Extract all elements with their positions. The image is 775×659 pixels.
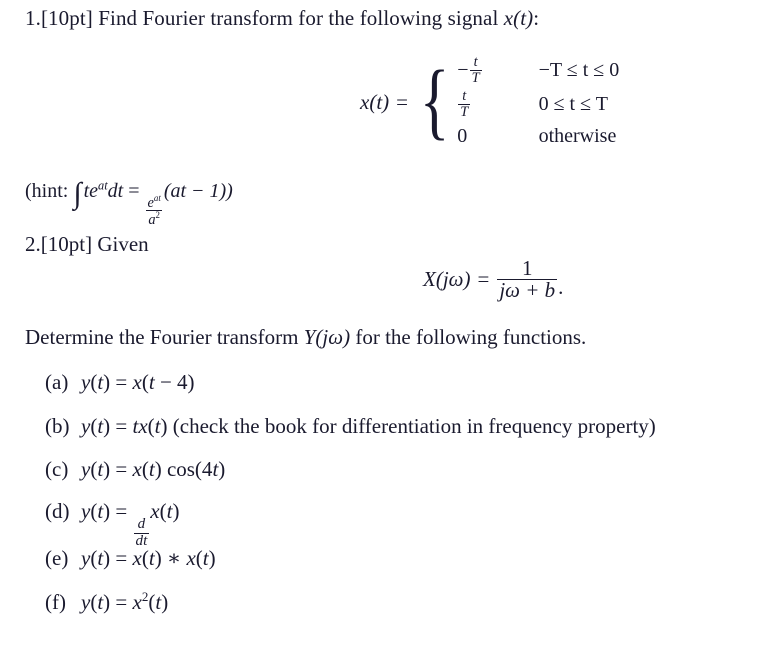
case-1-value: − t T [457,55,482,85]
case-3-condition: otherwise [538,125,617,148]
problem-2-text: Given [97,232,149,256]
piecewise-lhs: x(t) [360,89,390,114]
case-1-denominator: T [469,69,482,86]
integral-icon: ∫ [73,177,82,210]
xjw-denominator: jω + b [497,278,558,303]
xjw-lhs: X(jω) [423,267,471,292]
hint-result-denominator: a2 [146,210,162,229]
subitem-f-label: (f) [45,590,66,614]
hint-integrand: te [83,180,98,202]
problem-1-text-before: Find Fourier transform for the following… [98,6,504,30]
xjw-fraction: 1 jω + b [497,256,558,303]
subitem-e-expression: y(t) = x(t) ∗ x(t) [81,546,216,570]
case-2-denominator: T [458,104,471,121]
hint-integrand-exponent: at [98,178,108,193]
problem-2-points: [10pt] [40,232,93,256]
instruction-text-after: for the following functions. [350,325,587,349]
problem-1-points: [10pt] [40,6,93,30]
instruction-symbol: Y(jω) [303,325,351,349]
subitem-b-note: (check the book for differentiation in f… [172,414,656,438]
problem-2-prompt: 2.[10pt] Given [25,232,149,257]
case-2-condition: 0 ≤ t ≤ T [538,93,608,116]
subitem-d-label: (d) [45,499,70,523]
subitem-c-expression: y(t) = x(t) cos(4t) [81,457,226,481]
xjw-numerator: 1 [522,256,533,280]
piecewise-equals: = [396,89,408,114]
problem-1-hint: (hint: ∫ teatdt = eat a2 (at − 1)) [25,177,233,228]
subitem-b-expression: y(t) = tx(t) [81,414,168,438]
subitem-c: (c) y(t) = x(t) cos(4t) [45,457,225,482]
problem-2-number: 2. [25,232,41,256]
problem-1-prompt: 1.[10pt] Find Fourier transform for the … [25,6,539,31]
subitem-d-expression: y(t) = d dt x(t) [81,499,180,549]
piecewise-equation: x(t) = { − t T −T ≤ t ≤ 0 tT 0 ≤ t ≤ T 0 o… [360,55,619,150]
case-1-condition: −T ≤ t ≤ 0 [538,58,620,81]
subitem-f-expression: y(t) = x2(t) [81,589,169,614]
case-1-sign: − [457,58,469,81]
case-2-numerator: t [462,88,467,105]
problem-1-signal-symbol: x(t) [503,6,534,30]
piecewise-cases: − t T −T ≤ t ≤ 0 tT 0 ≤ t ≤ T 0 otherwise [453,55,619,150]
hint-result-numerator: eat [147,192,161,211]
problem-2-instruction: Determine the Fourier transform Y(jω) fo… [25,325,586,350]
xjw-equals: = [477,267,490,292]
subitem-d: (d) y(t) = d dt x(t) [45,499,179,549]
left-brace-icon: { [419,51,450,148]
subitem-a-expression: y(t) = x(t − 4) [81,370,195,394]
case-1-numerator: t [473,54,478,70]
case-2-value: tT [457,89,482,119]
subitem-a-label: (a) [45,370,69,394]
subitem-e-label: (e) [45,546,69,570]
hint-differential: dt [107,180,124,202]
hint-equals: = [128,180,140,202]
instruction-text-before: Determine the Fourier transform [25,325,304,349]
problem-1-number: 1. [25,6,41,30]
xjw-period: . [558,274,564,299]
subitem-b-label: (b) [45,414,70,438]
subitem-c-label: (c) [45,457,69,481]
subitem-e: (e) y(t) = x(t) ∗ x(t) [45,546,216,571]
problem-1-text-after: : [533,6,540,30]
xjw-equation: X(jω) = 1 jω + b . [423,256,564,303]
hint-result-tail: (at − 1)) [163,180,233,202]
case-3-value: 0 [457,125,468,148]
subitem-a: (a) y(t) = x(t − 4) [45,370,195,395]
hint-open-text: (hint: [25,180,74,202]
subitem-f: (f) y(t) = x2(t) [45,589,168,615]
subitem-b: (b) y(t) = tx(t) (check the book for diff… [45,414,656,439]
document-page: 1.[10pt] Find Fourier transform for the … [0,0,775,659]
